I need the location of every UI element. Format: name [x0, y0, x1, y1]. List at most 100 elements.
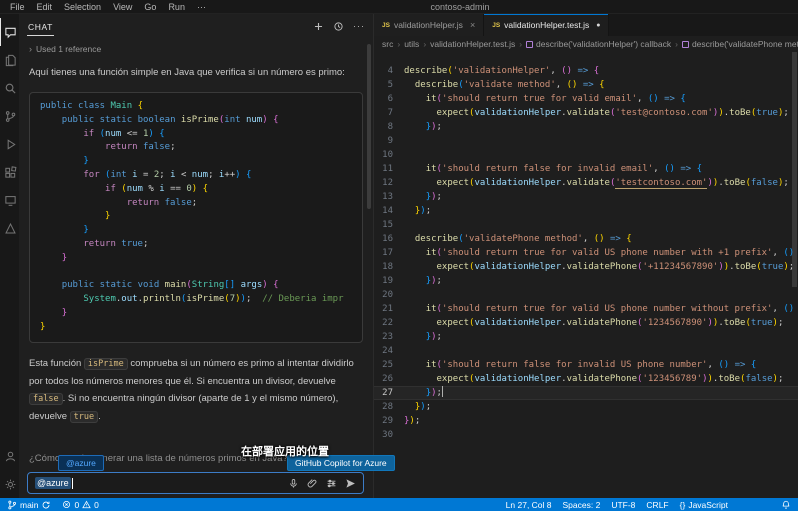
menu-go[interactable]: Go	[138, 2, 162, 12]
chat-panel: CHAT ··· › Used 1 reference Aquí tienes …	[19, 14, 374, 498]
line-number: 21	[374, 302, 404, 316]
code-line-5[interactable]: 5 describe('validate method', () => {	[374, 78, 798, 92]
chat-panel-title[interactable]: CHAT	[27, 17, 54, 36]
code-line-12[interactable]: 12 expect(validationHelper.validate('tes…	[374, 176, 798, 190]
line-number: 11	[374, 162, 404, 176]
chat-code-line: }	[40, 224, 352, 238]
code-line-24[interactable]: 24	[374, 344, 798, 358]
code-line-30[interactable]: 30	[374, 428, 798, 442]
chat-panel-header: CHAT ···	[19, 14, 373, 38]
breadcrumb-item[interactable]: src	[382, 39, 393, 49]
code-line-11[interactable]: 11 it('should return false for invalid e…	[374, 162, 798, 176]
editor-cursor	[442, 386, 443, 397]
attach-icon[interactable]	[307, 478, 318, 489]
menu-view[interactable]: View	[107, 2, 138, 12]
code-editor[interactable]: 4describe('validationHelper', () => {5 d…	[374, 52, 798, 498]
code-line-8[interactable]: 8 });	[374, 120, 798, 134]
tab-validationHelper.js[interactable]: JSvalidationHelper.js×	[374, 14, 484, 36]
code-line-10[interactable]: 10	[374, 148, 798, 162]
notifications-bell[interactable]	[781, 500, 791, 510]
indentation[interactable]: Spaces: 2	[563, 500, 601, 510]
menu-edit[interactable]: Edit	[31, 2, 59, 12]
code-line-22[interactable]: 22 expect(validationHelper.validatePhone…	[374, 316, 798, 330]
microphone-icon[interactable]	[288, 478, 299, 489]
menu-more[interactable]: ···	[191, 2, 212, 12]
code-line-7[interactable]: 7 expect(validationHelper.validate('test…	[374, 106, 798, 120]
activity-item-search[interactable]	[0, 74, 19, 102]
code-line-13[interactable]: 13 });	[374, 190, 798, 204]
activity-item-remote[interactable]	[0, 186, 19, 214]
bell-icon	[781, 500, 791, 510]
code-line-17[interactable]: 17 it('should return true for valid US p…	[374, 246, 798, 260]
code-line-29[interactable]: 29});	[374, 414, 798, 428]
chat-history-icon[interactable]	[333, 21, 344, 32]
activity-item-run-debug[interactable]	[0, 130, 19, 158]
menu-selection[interactable]: Selection	[58, 2, 107, 12]
code-line-18[interactable]: 18 expect(validationHelper.validatePhone…	[374, 260, 798, 274]
code-line-26[interactable]: 26 expect(validationHelper.validatePhone…	[374, 372, 798, 386]
line-number: 26	[374, 372, 404, 386]
new-chat-icon[interactable]	[313, 21, 324, 32]
eol-sequence[interactable]: CRLF	[646, 500, 668, 510]
code-line-6[interactable]: 6 it('should return true for valid email…	[374, 92, 798, 106]
code-line-25[interactable]: 25 it('should return false for invalid U…	[374, 358, 798, 372]
titlebar: FileEditSelectionViewGoRun··· contoso-ad…	[0, 0, 798, 14]
close-tab-icon[interactable]: ×	[470, 20, 475, 30]
code-line-19[interactable]: 19 });	[374, 274, 798, 288]
code-line-16[interactable]: 16 describe('validatePhone method', () =…	[374, 232, 798, 246]
code-line-9[interactable]: 9	[374, 134, 798, 148]
code-line-14[interactable]: 14 });	[374, 204, 798, 218]
line-number: 9	[374, 134, 404, 148]
file-js-icon: JS	[382, 22, 390, 29]
code-line-23[interactable]: 23 });	[374, 330, 798, 344]
chat-scrollbar[interactable]	[367, 44, 371, 209]
menu-run[interactable]: Run	[162, 2, 191, 12]
chat-input-box[interactable]: @azure	[27, 472, 364, 494]
more-actions-icon[interactable]: ···	[353, 23, 365, 29]
line-number: 7	[374, 106, 404, 120]
chat-code-line: }	[40, 155, 352, 169]
references-toggle[interactable]: › Used 1 reference	[29, 44, 363, 54]
code-line-15[interactable]: 15	[374, 218, 798, 232]
cursor-position[interactable]: Ln 27, Col 8	[506, 500, 552, 510]
breadcrumb-item[interactable]: validationHelper.test.js	[430, 39, 515, 49]
send-icon[interactable]	[345, 478, 356, 489]
tab-validationHelper.test.js[interactable]: JSvalidationHelper.test.js●	[484, 14, 609, 36]
mention-suggest-item[interactable]: @azure	[58, 455, 104, 471]
activity-item-azure[interactable]	[0, 214, 19, 242]
breadcrumb-item[interactable]: describe('validationHelper') callback	[526, 39, 671, 49]
activity-item-copilot-chat[interactable]	[0, 18, 19, 46]
problems-indicator[interactable]: 0 0	[62, 500, 98, 510]
code-line-20[interactable]: 20	[374, 288, 798, 302]
activity-item-extensions[interactable]	[0, 158, 19, 186]
extensions-icon	[4, 166, 17, 179]
tools-icon[interactable]	[326, 478, 337, 489]
editor-scrollbar[interactable]	[790, 52, 798, 498]
vscode-window: FileEditSelectionViewGoRun··· contoso-ad…	[0, 0, 798, 511]
code-line-4[interactable]: 4describe('validationHelper', () => {	[374, 64, 798, 78]
breadcrumb-item[interactable]: describe('validatePhone method') callbac…	[682, 39, 798, 49]
code-line-27[interactable]: 27 });	[374, 386, 798, 400]
line-number: 20	[374, 288, 404, 302]
activity-item-source-control[interactable]	[0, 102, 19, 130]
activity-item-explorer[interactable]	[0, 46, 19, 74]
line-number: 27	[374, 386, 404, 400]
modified-dot-icon[interactable]: ●	[596, 22, 600, 29]
scrollbar-thumb[interactable]	[792, 52, 797, 287]
line-number: 16	[374, 232, 404, 246]
code-line-21[interactable]: 21 it('should return true for valid US p…	[374, 302, 798, 316]
encoding[interactable]: UTF-8	[611, 500, 635, 510]
line-number: 25	[374, 358, 404, 372]
branch-indicator[interactable]: main	[7, 500, 51, 510]
language-mode[interactable]: {} JavaScript	[680, 500, 728, 510]
breadcrumb-item[interactable]: utils	[404, 39, 419, 49]
activity-item-settings[interactable]	[0, 470, 19, 498]
menu-file[interactable]: File	[4, 2, 31, 12]
chat-code-line: return false;	[40, 197, 352, 211]
code-line-28[interactable]: 28 });	[374, 400, 798, 414]
symbol-icon	[526, 41, 533, 48]
chat-code-line: return false;	[40, 141, 352, 155]
chat-code-line	[40, 266, 352, 280]
branch-icon	[7, 500, 17, 510]
activity-item-account[interactable]	[0, 442, 19, 470]
